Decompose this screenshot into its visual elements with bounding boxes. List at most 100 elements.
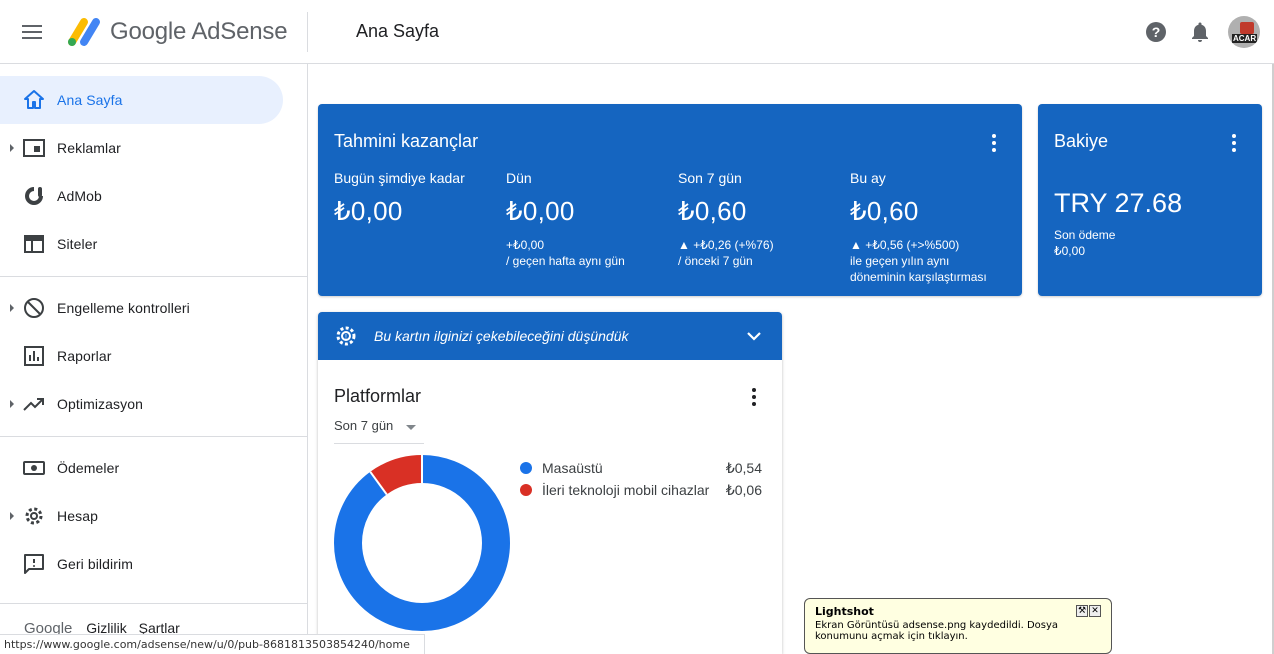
metric-value: ₺0,60 [678, 196, 747, 226]
sidebar-item-admob[interactable]: AdMob [0, 172, 283, 220]
metric-label: Bugün şimdiye kadar [334, 170, 465, 186]
top-app-bar: Google AdSense Ana Sayfa ? ACAR [0, 0, 1274, 64]
settings-icon[interactable]: ⚒ [1076, 605, 1088, 617]
legend-label: Masaüstü [542, 460, 603, 476]
metric-label: Dün [506, 170, 532, 186]
metric-label: Son 7 gün [678, 170, 742, 186]
metric-period: ile geçen yılın aynı [850, 254, 950, 268]
chevron-down-icon[interactable] [744, 326, 764, 346]
sidebar-item-payments[interactable]: Ödemeler [0, 444, 283, 492]
ads-icon [23, 139, 45, 157]
more-vert-icon[interactable] [992, 134, 996, 152]
metric-today: Bugün şimdiye kadar ₺0,00 [334, 170, 502, 227]
toast-title: Lightshot [815, 605, 874, 618]
expand-caret-icon[interactable] [10, 304, 14, 312]
sites-icon [24, 235, 44, 253]
legend-value: ₺0,54 [725, 460, 762, 476]
header-divider [307, 12, 308, 52]
metric-comparison: ▲ +₺0,26 (+%76) / önceki 7 gün [678, 237, 846, 269]
sidebar: Ana Sayfa Reklamlar AdMob Siteler Engell… [0, 64, 308, 654]
sidebar-item-ads[interactable]: Reklamlar [0, 124, 283, 172]
card-title: Tahmini kazançlar [334, 131, 479, 151]
svg-text:?: ? [1152, 24, 1161, 40]
sidebar-item-account[interactable]: Hesap [0, 492, 283, 540]
trending-up-icon [23, 398, 44, 411]
sidebar-item-optimization[interactable]: Optimizasyon [0, 380, 283, 428]
more-vert-icon[interactable] [1232, 134, 1236, 152]
sidebar-divider [0, 603, 307, 604]
brand-name: Google AdSense [110, 18, 288, 45]
sidebar-item-label: Hesap [57, 508, 98, 524]
adsense-logo-icon [68, 18, 100, 46]
metric-comparison: +₺0,00 / geçen hafta aynı gün [506, 237, 674, 269]
reports-icon [24, 346, 44, 366]
last-payment-label: Son ödeme [1054, 228, 1116, 242]
metric-this-month: Bu ay ₺0,60 ▲ +₺0,56 (+>%500) ile geçen … [850, 170, 1018, 285]
avatar-label: ACAR [1232, 34, 1258, 43]
menu-icon[interactable] [22, 22, 46, 42]
sidebar-item-label: Geri bildirim [57, 556, 133, 572]
sidebar-item-blocking[interactable]: Engelleme kontrolleri [0, 284, 283, 332]
more-vert-icon[interactable] [752, 388, 756, 406]
gear-badge-icon: ! [336, 326, 356, 346]
account-avatar[interactable]: ACAR [1228, 16, 1260, 48]
expand-caret-icon[interactable] [10, 512, 14, 520]
metric-label: Bu ay [850, 170, 886, 186]
expand-caret-icon[interactable] [10, 144, 14, 152]
balance-value: TRY 27.68 [1054, 188, 1183, 218]
metric-period: / geçen hafta aynı gün [506, 254, 625, 268]
toast-message: Ekran Görüntüsü adsense.png kaydedildi. … [815, 620, 1059, 642]
toast-controls: ⚒ ✕ [1075, 605, 1101, 617]
help-icon[interactable]: ? [1144, 20, 1168, 44]
sidebar-item-home[interactable]: Ana Sayfa [0, 76, 283, 124]
legend-value: ₺0,06 [725, 482, 762, 498]
metric-comparison: ▲ +₺0,56 (+>%500) ile geçen yılın aynı d… [850, 237, 1018, 285]
legend-dot [520, 462, 532, 474]
balance-card: Bakiye TRY 27.68 Son ödeme ₺0,00 [1038, 104, 1262, 296]
gear-icon [25, 507, 43, 525]
avatar-emblem [1240, 22, 1254, 34]
lightshot-notification[interactable]: Lightshot ⚒ ✕ Ekran Görüntüsü adsense.png… [804, 598, 1112, 654]
date-range-value: Son 7 gün [334, 418, 394, 433]
metric-yesterday: Dün ₺0,00 +₺0,00 / geçen hafta aynı gün [506, 170, 674, 269]
metric-delta: +₺0,00 [506, 238, 544, 252]
metric-period-cont: döneminin karşılaştırması [850, 270, 987, 284]
card-title: Platformlar [334, 386, 422, 406]
platforms-card: ! Bu kartın ilginizi çekebileceğini düşü… [318, 312, 782, 654]
sidebar-item-feedback[interactable]: Geri bildirim [0, 540, 283, 588]
sidebar-item-label: Ödemeler [57, 460, 120, 476]
dropdown-arrow-icon [406, 425, 416, 430]
metric-period: / önceki 7 gün [678, 254, 753, 268]
sidebar-item-label: Reklamlar [57, 140, 121, 156]
chart-legend: Masaüstü ₺0,54 İleri teknoloji mobil cih… [520, 460, 766, 504]
legend-item-desktop: Masaüstü ₺0,54 [520, 460, 766, 482]
feedback-icon [24, 554, 44, 574]
sidebar-item-label: Siteler [57, 236, 98, 252]
metric-delta: ▲ +₺0,56 (+>%500) [850, 238, 960, 252]
expand-caret-icon[interactable] [10, 400, 14, 408]
metric-value: ₺0,00 [334, 196, 403, 226]
donut-slice-0[interactable] [334, 455, 510, 631]
legend-item-mobile: İleri teknoloji mobil cihazlar ₺0,06 [520, 482, 766, 504]
sidebar-item-label: Raporlar [57, 348, 112, 364]
suggestion-banner[interactable]: ! Bu kartın ilginizi çekebileceğini düşü… [318, 312, 782, 360]
notifications-icon[interactable] [1188, 20, 1212, 44]
date-range-select[interactable]: Son 7 gün [334, 418, 424, 444]
admob-icon [25, 187, 43, 205]
sidebar-divider [0, 276, 307, 277]
suggestion-text: Bu kartın ilginizi çekebileceğini düşünd… [374, 328, 629, 344]
svg-text:!: ! [345, 334, 347, 341]
metric-value: ₺0,60 [850, 196, 919, 226]
home-icon [24, 90, 44, 109]
sidebar-item-sites[interactable]: Siteler [0, 220, 283, 268]
sidebar-divider [0, 436, 307, 437]
close-icon[interactable]: ✕ [1089, 605, 1101, 617]
browser-status-url: https://www.google.com/adsense/new/u/0/p… [0, 634, 425, 654]
metric-value: ₺0,00 [506, 196, 575, 226]
sidebar-item-label: Ana Sayfa [57, 92, 123, 108]
last-payment: Son ödeme ₺0,00 [1054, 227, 1115, 259]
legend-dot [520, 484, 532, 496]
sidebar-item-reports[interactable]: Raporlar [0, 332, 283, 380]
block-icon [24, 298, 44, 318]
page-title: Ana Sayfa [356, 21, 440, 41]
